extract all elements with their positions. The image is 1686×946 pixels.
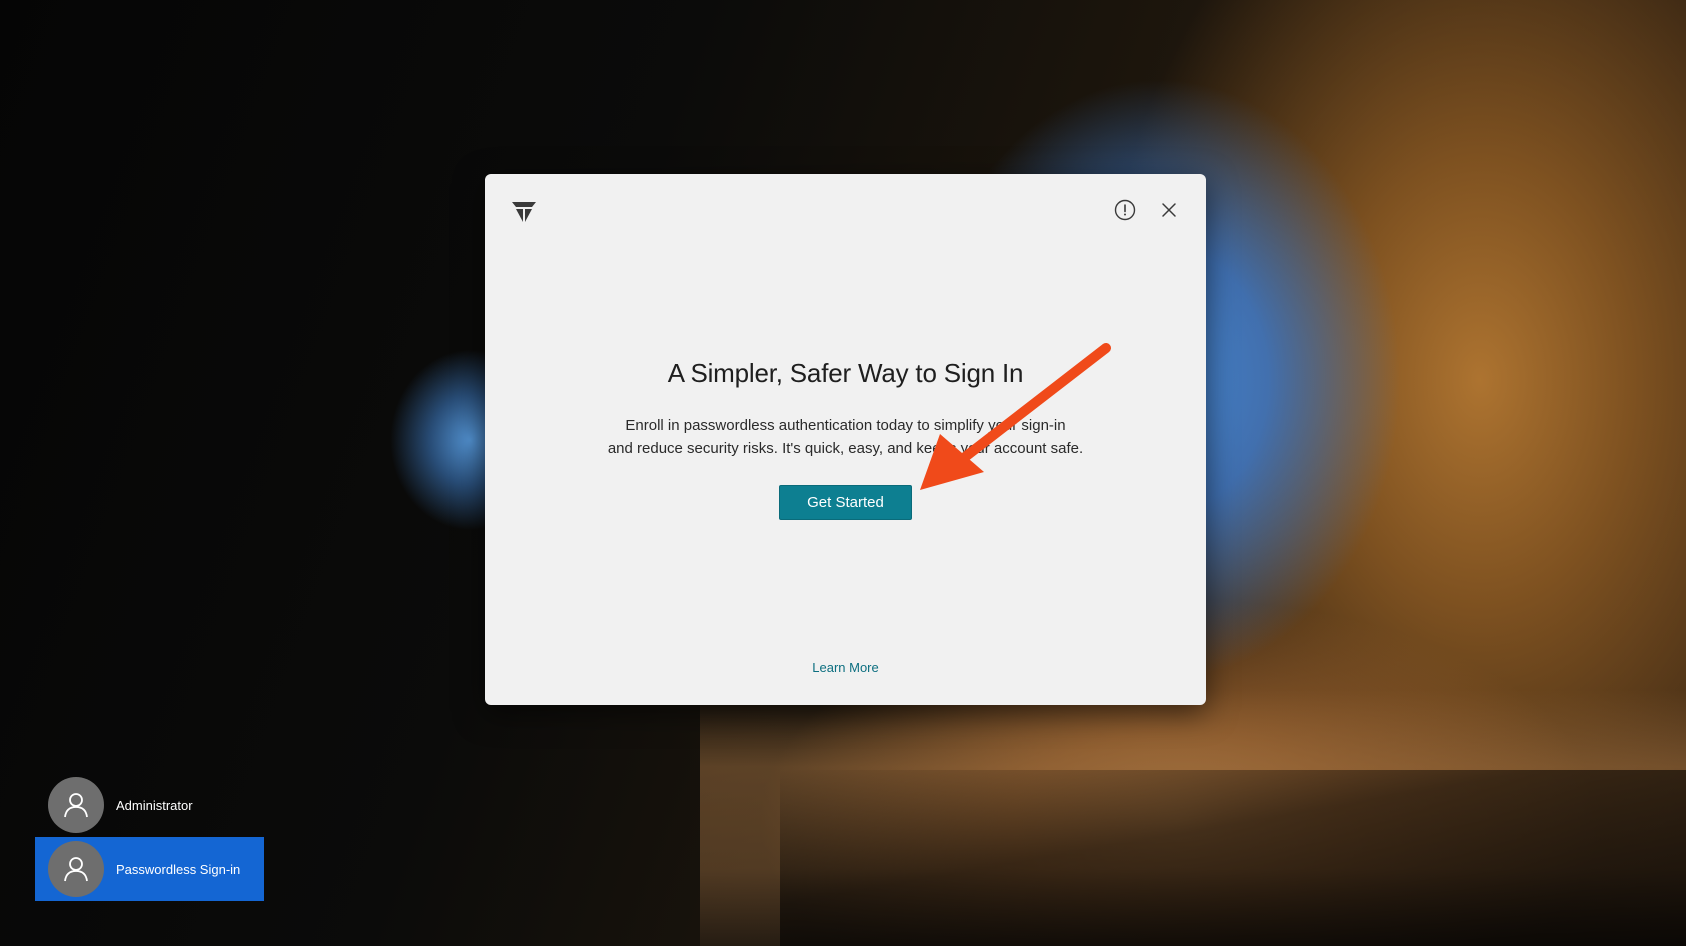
user-list: Administrator Passwordless Sign-in: [35, 773, 265, 901]
user-icon: [64, 793, 88, 818]
user-item-passwordless-sign-in[interactable]: Passwordless Sign-in: [35, 837, 264, 901]
user-item-administrator[interactable]: Administrator: [35, 773, 264, 837]
brand-logo-icon: [512, 202, 536, 222]
close-icon[interactable]: [1158, 199, 1180, 221]
avatar: [48, 777, 104, 833]
dialog-description-line-1: Enroll in passwordless authentication to…: [625, 417, 1066, 434]
avatar: [48, 841, 104, 897]
learn-more-link[interactable]: Learn More: [485, 660, 1206, 675]
dialog-description: Enroll in passwordless authentication to…: [585, 414, 1106, 460]
dialog-title: A Simpler, Safer Way to Sign In: [667, 358, 1024, 388]
user-icon: [64, 857, 88, 882]
wallpaper-shadow: [780, 770, 1686, 946]
lock-screen: A Simpler, Safer Way to Sign In Enroll i…: [0, 0, 1686, 946]
dialog-description-line-2: and reduce security risks. It's quick, e…: [607, 440, 1084, 457]
info-icon[interactable]: [1114, 199, 1136, 221]
user-name: Administrator: [116, 797, 193, 813]
get-started-button[interactable]: Get Started: [779, 485, 912, 520]
user-name: Passwordless Sign-in: [116, 861, 241, 877]
enrollment-dialog: A Simpler, Safer Way to Sign In Enroll i…: [485, 174, 1206, 705]
wallpaper-background: [700, 690, 1686, 946]
